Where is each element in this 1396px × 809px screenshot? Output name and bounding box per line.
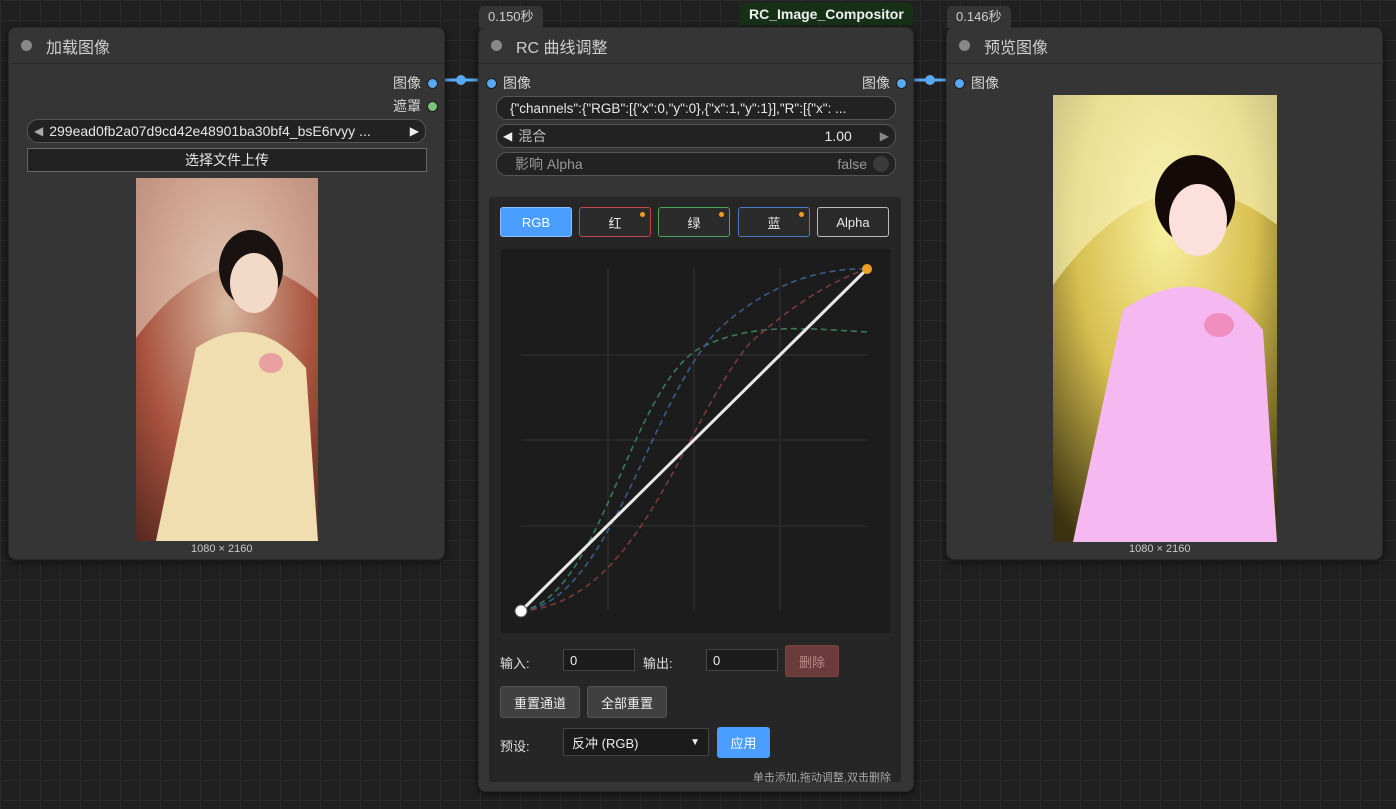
input-image-slot[interactable]: 图像	[954, 73, 999, 93]
node-title: 预览图像	[984, 39, 1049, 57]
node-title-bar[interactable]: RC 曲线调整	[479, 28, 913, 64]
preview-image-node[interactable]: 0.146秒 预览图像 图像 1080 × 2160	[946, 6, 1383, 560]
curve-json-field[interactable]: {"channels":{"RGB":[{"x":0,"y":0},{"x":1…	[496, 96, 896, 120]
curve-adjust-node[interactable]: 0.150秒 RC 曲线调整 图像 图像 {"channels":{"RGB":…	[478, 6, 914, 792]
blend-label: 混合	[518, 128, 547, 144]
curve-canvas[interactable]	[500, 248, 891, 634]
compositor-badge: RC_Image_Compositor	[740, 3, 913, 25]
preset-select[interactable]: 反冲 (RGB) ▼	[563, 728, 709, 756]
tab-red[interactable]: 红	[579, 207, 651, 237]
alpha-label: 影响 Alpha	[515, 156, 583, 172]
image-size-label: 1080 × 2160	[1129, 543, 1191, 555]
collapse-dot-icon[interactable]	[21, 40, 32, 51]
output-value-field[interactable]	[706, 649, 778, 671]
slot-label: 遮罩	[393, 98, 421, 114]
delete-point-button[interactable]: 删除	[785, 645, 839, 677]
tab-label: 红	[608, 215, 622, 231]
input-value-field[interactable]	[563, 649, 635, 671]
modified-dot-icon	[799, 212, 804, 217]
output-mask-slot[interactable]: 遮罩	[393, 96, 438, 116]
slot-dot-icon[interactable]	[427, 77, 438, 89]
slot-label: 图像	[862, 75, 890, 91]
image-size-label: 1080 × 2160	[191, 543, 253, 555]
input-label: 输入:	[500, 656, 530, 671]
slot-dot-icon[interactable]	[427, 100, 438, 112]
preset-label: 预设:	[500, 739, 530, 754]
load-image-node[interactable]: 加载图像 图像 遮罩 ◀ 299ead0fb2a07d9cd42e48901ba…	[8, 27, 445, 560]
collapse-dot-icon[interactable]	[959, 40, 970, 51]
input-image-thumbnail	[136, 178, 318, 541]
blend-slider[interactable]: ◀ 混合 1.00 ▶	[496, 124, 896, 148]
tab-green[interactable]: 绿	[658, 207, 730, 237]
tab-blue[interactable]: 蓝	[738, 207, 810, 237]
upload-button[interactable]: 选择文件上传	[27, 148, 427, 172]
exec-time-badge: 0.146秒	[947, 6, 1011, 28]
arrow-right-icon[interactable]: ▶	[880, 129, 889, 143]
arrow-right-icon[interactable]: ▶	[410, 124, 419, 138]
input-image-slot[interactable]: 图像	[486, 73, 531, 93]
curve-editor-panel: RGB 红 绿 蓝 Alpha 输入: 输出: 删除 重	[489, 197, 901, 784]
output-label: 输出:	[643, 656, 673, 671]
arrow-left-icon[interactable]: ◀	[34, 124, 43, 138]
exec-time-badge: 0.150秒	[479, 6, 543, 28]
tab-label: 蓝	[767, 215, 781, 231]
node-title-bar[interactable]: 预览图像	[947, 28, 1382, 64]
output-image-slot[interactable]: 图像	[393, 73, 438, 93]
toggle-knob-icon[interactable]	[873, 156, 889, 172]
apply-preset-button[interactable]: 应用	[717, 727, 770, 758]
node-title: RC 曲线调整	[516, 39, 608, 57]
output-image-slot[interactable]: 图像	[862, 73, 907, 93]
slot-label: 图像	[503, 75, 531, 91]
blend-value: 1.00	[824, 128, 852, 144]
arrow-left-icon[interactable]: ◀	[503, 129, 512, 143]
modified-dot-icon	[719, 212, 724, 217]
collapse-dot-icon[interactable]	[491, 40, 502, 51]
wire-midpoint	[456, 75, 466, 85]
node-title-bar[interactable]: 加载图像	[9, 28, 444, 64]
alpha-toggle[interactable]: 影响 Alpha false	[496, 152, 896, 176]
reset-channel-button[interactable]: 重置通道	[500, 686, 580, 718]
slot-label: 图像	[393, 75, 421, 91]
slot-label: 图像	[971, 75, 999, 91]
slot-dot-icon[interactable]	[954, 77, 965, 89]
preset-value: 反冲 (RGB)	[572, 735, 639, 751]
alpha-value: false	[837, 156, 867, 172]
tab-label: 绿	[687, 215, 701, 231]
modified-dot-icon	[640, 212, 645, 217]
help-hint: 单击添加,拖动调整,双击删除	[752, 772, 891, 784]
wire-midpoint	[925, 75, 935, 85]
preview-image	[1053, 95, 1277, 542]
chevron-down-icon: ▼	[690, 736, 700, 748]
tab-rgb[interactable]: RGB	[500, 207, 572, 237]
curve-point-end	[862, 264, 872, 274]
node-title: 加载图像	[46, 39, 111, 57]
filename-value: 299ead0fb2a07d9cd42e48901ba30bf4_bsE6rvy…	[49, 123, 371, 139]
slot-dot-icon[interactable]	[896, 77, 907, 89]
slot-dot-icon[interactable]	[486, 77, 497, 89]
tab-alpha[interactable]: Alpha	[817, 207, 889, 237]
filename-combo[interactable]: ◀ 299ead0fb2a07d9cd42e48901ba30bf4_bsE6r…	[27, 119, 426, 143]
curve-point-start	[514, 604, 528, 618]
reset-all-button[interactable]: 全部重置	[587, 686, 667, 718]
